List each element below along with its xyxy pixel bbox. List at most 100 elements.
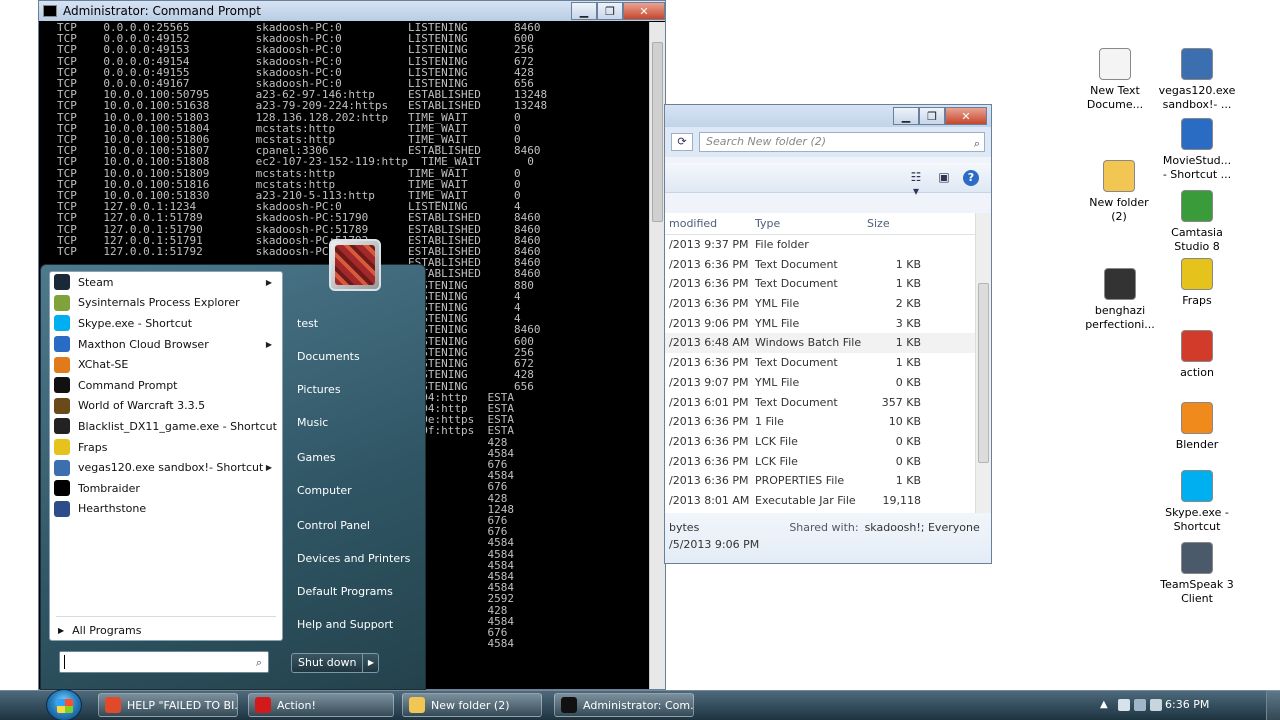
program-item[interactable]: Steam ▶ (50, 272, 282, 293)
start-place-item[interactable]: Documents (297, 350, 360, 363)
taskbar-button[interactable]: Action! (248, 693, 394, 717)
file-row[interactable]: /2013 6:36 PM Text Document 1 KB (665, 255, 975, 275)
file-row[interactable]: /2013 6:48 AM Windows Batch File 1 KB (665, 333, 975, 354)
explorer-close-button[interactable]: ✕ (945, 107, 987, 125)
explorer-window[interactable]: ▁ ❐ ✕ ⟳ Search New folder (2) ⌕ ☷ ▾ ▣ ? … (664, 104, 992, 564)
start-place-item[interactable]: Games (297, 451, 335, 464)
all-programs-button[interactable]: ▶ All Programs (58, 624, 141, 637)
refresh-icon[interactable]: ⟳ (671, 133, 693, 151)
desktop-icon[interactable]: vegas120.exe sandbox!- ... (1157, 48, 1237, 112)
program-item[interactable]: XChat-SE (50, 354, 282, 375)
file-modified: /2013 6:36 PM (669, 434, 749, 448)
taskbar-button[interactable]: New folder (2) (402, 693, 542, 717)
start-place-item[interactable]: Computer (297, 484, 352, 497)
file-list: modified Type Size /2013 9:37 PM File fol… (665, 213, 975, 527)
file-row[interactable]: /2013 6:36 PM PROPERTIES File 1 KB (665, 471, 975, 491)
file-list-scrollbar[interactable] (975, 213, 991, 513)
start-place-item[interactable]: Default Programs (297, 585, 393, 598)
program-item[interactable]: Skype.exe - Shortcut (50, 313, 282, 334)
file-row[interactable]: /2013 6:36 PM LCK File 0 KB (665, 432, 975, 452)
file-row[interactable]: /2013 6:36 PM YML File 2 KB (665, 294, 975, 314)
desktop-icon-image (1181, 48, 1213, 80)
explorer-titlebar[interactable]: ▁ ❐ ✕ (665, 105, 991, 127)
program-item[interactable]: Hearthstone (50, 499, 282, 520)
desktop-icon[interactable]: Camtasia Studio 8 (1157, 190, 1237, 254)
explorer-search-input[interactable]: Search New folder (2) ⌕ (699, 132, 985, 152)
preview-pane-icon[interactable]: ▣ (935, 170, 953, 186)
start-place-item[interactable]: Control Panel (297, 519, 370, 532)
desktop-icon[interactable]: Skype.exe - Shortcut (1157, 470, 1237, 534)
file-row[interactable]: /2013 9:07 PM YML File 0 KB (665, 373, 975, 393)
column-type[interactable]: Type (751, 213, 863, 234)
start-search-icon[interactable]: ⌕ (256, 653, 262, 673)
shutdown-options-icon[interactable]: ▶ (363, 653, 380, 673)
cmd-scrollbar[interactable] (649, 22, 665, 689)
file-row[interactable]: /2013 6:36 PM 1 File 10 KB (665, 412, 975, 432)
volume-icon[interactable] (1150, 699, 1162, 711)
explorer-maximize-button[interactable]: ❐ (919, 107, 945, 125)
clock[interactable]: 6:36 PM (1165, 698, 1209, 711)
desktop-icon[interactable]: New Text Docume... (1075, 48, 1155, 112)
desktop-icon-label: New Text Docume... (1086, 84, 1144, 111)
desktop-icon-image (1181, 258, 1213, 290)
desktop-icon[interactable]: Fraps (1157, 258, 1237, 308)
program-item[interactable]: Maxthon Cloud Browser ▶ (50, 334, 282, 355)
file-row[interactable]: /2013 9:37 PM File folder (665, 235, 975, 255)
explorer-minimize-button[interactable]: ▁ (893, 107, 919, 125)
desktop-icon[interactable]: New folder (2) (1079, 160, 1159, 224)
taskbar-button[interactable]: HELP "FAILED TO BI... (98, 693, 238, 717)
file-modified: /2013 6:36 PM (669, 277, 749, 291)
program-item[interactable]: vegas120.exe sandbox!- Shortcut ▶ (50, 457, 282, 478)
help-icon[interactable]: ? (963, 169, 979, 186)
program-item[interactable]: Blacklist_DX11_game.exe - Shortcut (50, 416, 282, 437)
tray-arrow-icon[interactable]: ▲ (1100, 699, 1112, 711)
shutdown-button[interactable]: Shut down (291, 653, 364, 673)
tray-icon-2[interactable] (1134, 699, 1146, 711)
start-place-item[interactable]: Pictures (297, 383, 341, 396)
program-item[interactable]: Command Prompt (50, 375, 282, 396)
taskbar-button[interactable]: Administrator: Com... (554, 693, 694, 717)
file-row[interactable]: /2013 6:01 PM Text Document 357 KB (665, 393, 975, 413)
column-modified[interactable]: modified (665, 213, 751, 234)
file-row[interactable]: /2013 8:01 AM Executable Jar File 19,118 K… (665, 491, 975, 527)
windows-logo-icon (57, 699, 73, 713)
file-row[interactable]: /2013 9:06 PM YML File 3 KB (665, 314, 975, 334)
file-list-scroll-thumb[interactable] (978, 283, 989, 463)
tray-icon-1[interactable] (1118, 699, 1130, 711)
show-desktop-button[interactable] (1266, 690, 1280, 720)
program-item[interactable]: Sysinternals Process Explorer (50, 293, 282, 314)
start-place-item[interactable]: Help and Support (297, 618, 393, 631)
file-size: 3 KB (895, 316, 921, 330)
file-row[interactable]: /2013 6:36 PM LCK File 0 KB (665, 452, 975, 472)
start-place-item[interactable]: Devices and Printers (297, 552, 410, 565)
file-type: YML File (755, 297, 800, 311)
cmd-scroll-thumb[interactable] (652, 42, 663, 222)
program-item[interactable]: World of Warcraft 3.3.5 (50, 396, 282, 417)
desktop-icon[interactable]: TeamSpeak 3 Client (1157, 542, 1237, 606)
file-size: 0 KB (895, 454, 921, 468)
file-row[interactable]: /2013 6:36 PM Text Document 1 KB (665, 353, 975, 373)
desktop-icon[interactable]: Blender (1157, 402, 1237, 452)
taskbar-app-icon (409, 697, 425, 713)
desktop-icon[interactable]: benghazi perfectioni... (1080, 268, 1160, 332)
minimize-button[interactable]: ▁ (571, 2, 597, 20)
view-options-icon[interactable]: ☷ ▾ (907, 170, 925, 198)
program-item[interactable]: Tombraider (50, 478, 282, 499)
search-icon[interactable]: ⌕ (974, 135, 980, 153)
file-row[interactable]: /2013 6:36 PM Text Document 1 KB (665, 274, 975, 294)
start-place-item[interactable]: Music (297, 416, 328, 429)
program-item[interactable]: Fraps (50, 437, 282, 458)
column-size[interactable]: Size (863, 213, 927, 234)
start-search-input[interactable]: ⌕ (59, 651, 269, 673)
start-button[interactable] (46, 689, 82, 720)
cmd-titlebar[interactable]: Administrator: Command Prompt ▁ ❐ ✕ (39, 1, 665, 21)
maximize-button[interactable]: ❐ (597, 2, 623, 20)
all-programs-arrow-icon: ▶ (58, 626, 65, 635)
file-type: Text Document (755, 356, 838, 370)
desktop-icon-label: action (1180, 366, 1214, 379)
desktop-icon[interactable]: action (1157, 330, 1237, 380)
desktop-icon-image (1099, 48, 1131, 80)
close-button[interactable]: ✕ (623, 2, 665, 20)
desktop-icon[interactable]: MovieStud... - Shortcut ... (1157, 118, 1237, 182)
start-place-item[interactable]: test (297, 317, 318, 330)
